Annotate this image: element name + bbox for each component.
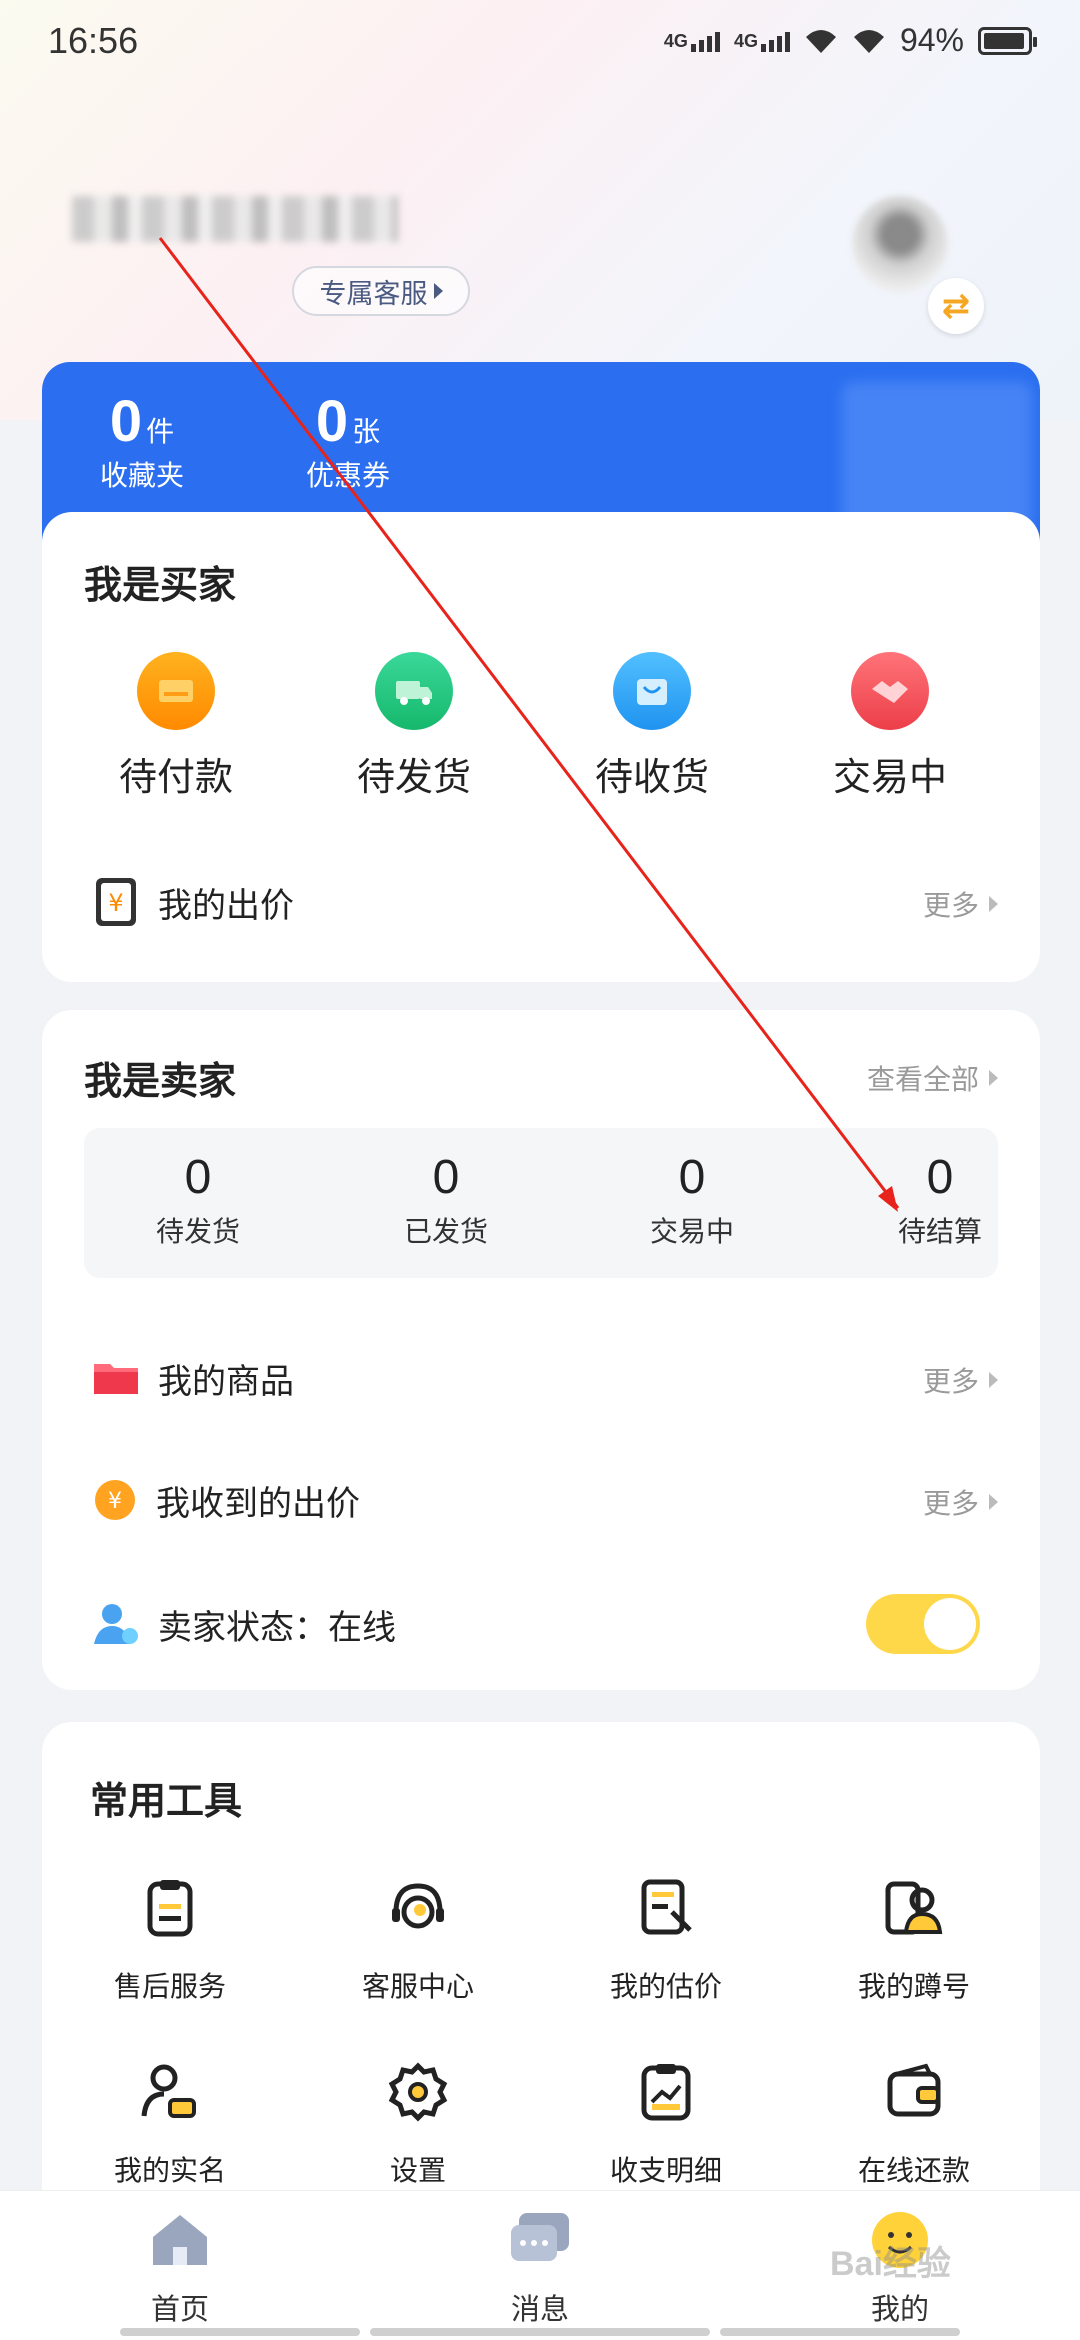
yuan-coin-icon: ¥ <box>95 1480 135 1520</box>
battery-percent: 94% <box>899 22 964 58</box>
gesture-bar <box>720 2328 960 2336</box>
avatar[interactable] <box>852 196 948 292</box>
favorites-stat[interactable]: 0件 收藏夹 <box>100 392 184 494</box>
coupons-label: 优惠券 <box>306 460 391 491</box>
chevron-right-icon <box>989 896 998 912</box>
status-time: 16:56 <box>48 20 139 61</box>
gesture-bar <box>370 2328 710 2336</box>
my-bids-label: 我的出价 <box>158 886 294 925</box>
my-goods-label: 我的商品 <box>158 1362 294 1401</box>
exclusive-service-button[interactable]: 专属客服 <box>292 266 470 316</box>
seller-card: 我是卖家 查看全部 0 待发货 0 已发货 0 交易中 0 待结算 我的商品 更多 ¥ … <box>42 1010 1040 1690</box>
signal-icon: 4G <box>664 30 720 52</box>
switch-account-icon[interactable]: ⇄ <box>928 278 984 334</box>
seller-stats-panel: 0 待发货 0 已发货 0 交易中 0 待结算 <box>84 1128 998 1278</box>
exclusive-service-label: 专属客服 <box>319 278 428 309</box>
handshake-icon <box>851 652 929 730</box>
seller-pending-shipment[interactable]: 0 待发货 <box>118 1152 278 1250</box>
in-transaction-button[interactable]: 交易中 <box>790 652 990 801</box>
seller-status-row: 卖家状态：在线 <box>92 1594 992 1654</box>
seller-pending-settlement[interactable]: 0 待结算 <box>860 1152 1020 1250</box>
yuan-note-icon: ¥ <box>96 878 136 926</box>
real-name-tool[interactable]: 我的实名 <box>70 2060 270 2189</box>
user-online-icon <box>94 1604 138 1644</box>
chart-clipboard-icon <box>641 2064 691 2121</box>
seller-status-label: 卖家状态：在线 <box>158 1608 396 1647</box>
settings-tool[interactable]: 设置 <box>318 2060 518 2189</box>
seller-title: 我是卖家 <box>84 1061 237 1103</box>
home-icon <box>153 2215 207 2265</box>
favorites-label: 收藏夹 <box>100 460 185 491</box>
status-bar: 16:56 4G 4G 94% <box>0 0 1080 84</box>
chevron-right-icon <box>989 1494 998 1510</box>
seller-status-toggle[interactable] <box>866 1594 980 1654</box>
chevron-right-icon <box>989 1372 998 1388</box>
card-decoration <box>842 382 1032 532</box>
appraisal-icon <box>641 1879 692 1935</box>
clipboard-icon <box>147 1880 193 1937</box>
svg-text:¥: ¥ <box>108 1489 122 1514</box>
signal-icon: 4G <box>734 30 790 52</box>
chevron-right-icon <box>989 1070 998 1086</box>
status-icons: 4G 4G 94% <box>664 22 1037 59</box>
folder-icon <box>94 1364 138 1394</box>
income-expense-tool[interactable]: 收支明细 <box>566 2060 766 2189</box>
gear-icon <box>388 2062 448 2122</box>
wifi-icon <box>805 29 836 53</box>
my-appraisal-tool[interactable]: 我的估价 <box>566 1876 766 2005</box>
buyer-title: 我是买家 <box>84 565 237 607</box>
watermark: Bai经验 <box>830 2245 951 2283</box>
chevron-right-icon <box>433 283 443 299</box>
online-repayment-tool[interactable]: 在线还款 <box>814 2060 1014 2189</box>
pending-shipment-button[interactable]: 待发货 <box>314 652 514 801</box>
nav-messages[interactable]: 消息 <box>440 2205 640 2328</box>
my-bids-more-link[interactable]: 更多 <box>923 884 998 924</box>
wifi-icon <box>853 29 884 53</box>
customer-service-tool[interactable]: 客服中心 <box>318 1876 518 2005</box>
account-watch-icon <box>885 1881 943 1935</box>
username-blurred <box>72 196 398 242</box>
pending-payment-button[interactable]: 待付款 <box>76 652 276 801</box>
after-sales-tool[interactable]: 售后服务 <box>70 1876 270 2005</box>
my-bids-row[interactable]: ¥ 我的出价 <box>92 872 992 932</box>
message-icon <box>511 2213 569 2261</box>
tools-card: 常用工具 售后服务 客服中心 我的估价 我的蹲号 我的实名 设置 收支明细 在线… <box>42 1722 1040 2222</box>
my-watch-tool[interactable]: 我的蹲号 <box>814 1876 1014 2005</box>
pending-receipt-button[interactable]: 待收货 <box>552 652 752 801</box>
truck-icon <box>375 652 453 730</box>
seller-in-transaction[interactable]: 0 交易中 <box>612 1152 772 1250</box>
received-bids-row[interactable]: ¥ 我收到的出价 <box>92 1470 992 1530</box>
coupons-stat[interactable]: 0张 优惠券 <box>306 392 390 494</box>
toggle-knob <box>924 1598 976 1650</box>
received-bids-more-link[interactable]: 更多 <box>923 1482 998 1522</box>
wallet-icon <box>137 652 215 730</box>
nav-home[interactable]: 首页 <box>80 2205 280 2328</box>
my-goods-row[interactable]: 我的商品 <box>92 1348 992 1408</box>
tools-title: 常用工具 <box>90 1781 243 1823</box>
bag-icon <box>613 652 691 730</box>
seller-shipped[interactable]: 0 已发货 <box>366 1152 526 1250</box>
my-goods-more-link[interactable]: 更多 <box>923 1360 998 1400</box>
wallet-icon <box>887 2063 941 2117</box>
svg-text:¥: ¥ <box>108 889 123 917</box>
gesture-bar <box>120 2328 360 2336</box>
headset-icon <box>392 1883 444 1929</box>
user-id-icon <box>141 2064 196 2118</box>
view-all-link[interactable]: 查看全部 <box>867 1058 998 1098</box>
buyer-card: 我是买家 待付款 待发货 待收货 交易中 ¥ 我的出价 更多 <box>42 512 1040 982</box>
battery-icon <box>978 26 1037 55</box>
received-bids-label: 我收到的出价 <box>156 1484 360 1523</box>
